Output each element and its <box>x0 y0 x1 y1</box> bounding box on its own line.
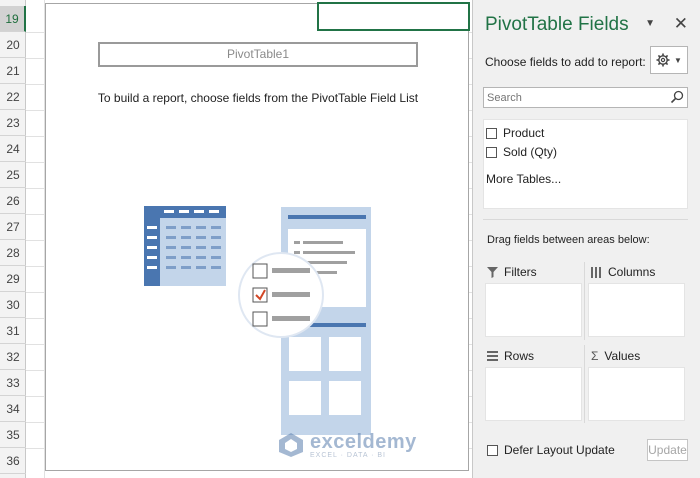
gear-dropdown-icon: ▼ <box>674 55 682 65</box>
pivottable-fields-pane: PivotTable Fields ▼ ✕ Choose fields to a… <box>472 0 700 478</box>
pane-title: PivotTable Fields <box>485 14 629 35</box>
row-header[interactable]: 36 <box>0 448 26 474</box>
field-list: Product Sold (Qty) More Tables... <box>483 119 688 209</box>
rows-label: Rows <box>504 349 535 363</box>
filter-icon <box>487 266 498 278</box>
field-checkbox[interactable] <box>486 127 497 139</box>
values-drop-area[interactable] <box>588 367 685 421</box>
row-header[interactable]: 23 <box>0 110 26 136</box>
row-header[interactable]: 26 <box>0 188 26 214</box>
columns-label: Columns <box>608 265 656 279</box>
row-header[interactable]: 29 <box>0 266 26 292</box>
row-header[interactable]: 35 <box>0 422 26 448</box>
values-label: Values <box>604 349 641 363</box>
close-icon[interactable]: ✕ <box>674 14 688 34</box>
row-header[interactable]: 24 <box>0 136 26 162</box>
columns-drop-area[interactable] <box>588 283 685 337</box>
row-headers: 19 20 21 22 23 24 25 26 27 28 29 30 31 3… <box>0 0 26 478</box>
defer-checkbox[interactable] <box>487 444 498 456</box>
columns-area-header: Columns <box>591 265 655 279</box>
field-search-box[interactable] <box>483 87 688 108</box>
rows-icon <box>487 350 498 361</box>
row-header[interactable]: 19 <box>0 6 26 32</box>
row-header[interactable]: 31 <box>0 318 26 344</box>
filters-label: Filters <box>504 265 537 279</box>
rows-drop-area[interactable] <box>485 367 582 421</box>
search-input[interactable] <box>484 88 664 107</box>
field-item-sold-qty[interactable]: Sold (Qty) <box>486 145 557 159</box>
search-icon[interactable] <box>670 90 684 104</box>
row-header[interactable]: 20 <box>0 32 26 58</box>
row-header[interactable]: 33 <box>0 370 26 396</box>
selected-cell[interactable] <box>317 2 470 31</box>
row-header[interactable]: 28 <box>0 240 26 266</box>
pivottable-instructions: To build a report, choose fields from th… <box>97 91 419 105</box>
field-item-product[interactable]: Product <box>486 126 544 140</box>
exceldemy-watermark: exceldemy EXCEL · DATA · BI <box>278 431 417 459</box>
drag-fields-label: Drag fields between areas below: <box>487 234 650 246</box>
exceldemy-logo-icon <box>279 433 303 457</box>
field-checkbox[interactable] <box>486 146 497 158</box>
pane-divider <box>483 219 688 220</box>
columns-icon <box>591 266 601 278</box>
row-header[interactable]: 25 <box>0 162 26 188</box>
update-button[interactable]: Update <box>647 439 688 461</box>
area-divider <box>584 262 585 340</box>
sigma-icon: Σ <box>591 349 599 363</box>
defer-label: Defer Layout Update <box>504 443 615 457</box>
pivottable-illustration-icon <box>144 206 371 435</box>
row-header[interactable]: 34 <box>0 396 26 422</box>
watermark-name: exceldemy <box>310 431 417 453</box>
pivottable-name: PivotTable1 <box>98 42 418 67</box>
choose-fields-label: Choose fields to add to report: <box>485 55 646 69</box>
row-header[interactable]: 22 <box>0 84 26 110</box>
pivottable-placeholder[interactable]: PivotTable1 To build a report, choose fi… <box>45 3 469 471</box>
more-tables-link[interactable]: More Tables... <box>486 172 561 186</box>
field-label: Product <box>503 126 545 140</box>
filters-drop-area[interactable] <box>485 283 582 337</box>
values-area-header: Σ Values <box>591 349 640 363</box>
row-header[interactable]: 30 <box>0 292 26 318</box>
tools-button[interactable]: ▼ <box>650 46 688 74</box>
gear-icon <box>656 53 670 67</box>
field-label: Sold (Qty) <box>503 145 558 159</box>
row-header[interactable]: 32 <box>0 344 26 370</box>
row-header[interactable]: 21 <box>0 58 26 84</box>
pane-options-chevron-down-icon[interactable]: ▼ <box>645 18 655 29</box>
defer-layout-update[interactable]: Defer Layout Update <box>487 443 615 457</box>
rows-area-header: Rows <box>487 349 534 363</box>
row-header[interactable]: 27 <box>0 214 26 240</box>
area-divider <box>584 345 585 423</box>
filters-area-header: Filters <box>487 265 537 279</box>
